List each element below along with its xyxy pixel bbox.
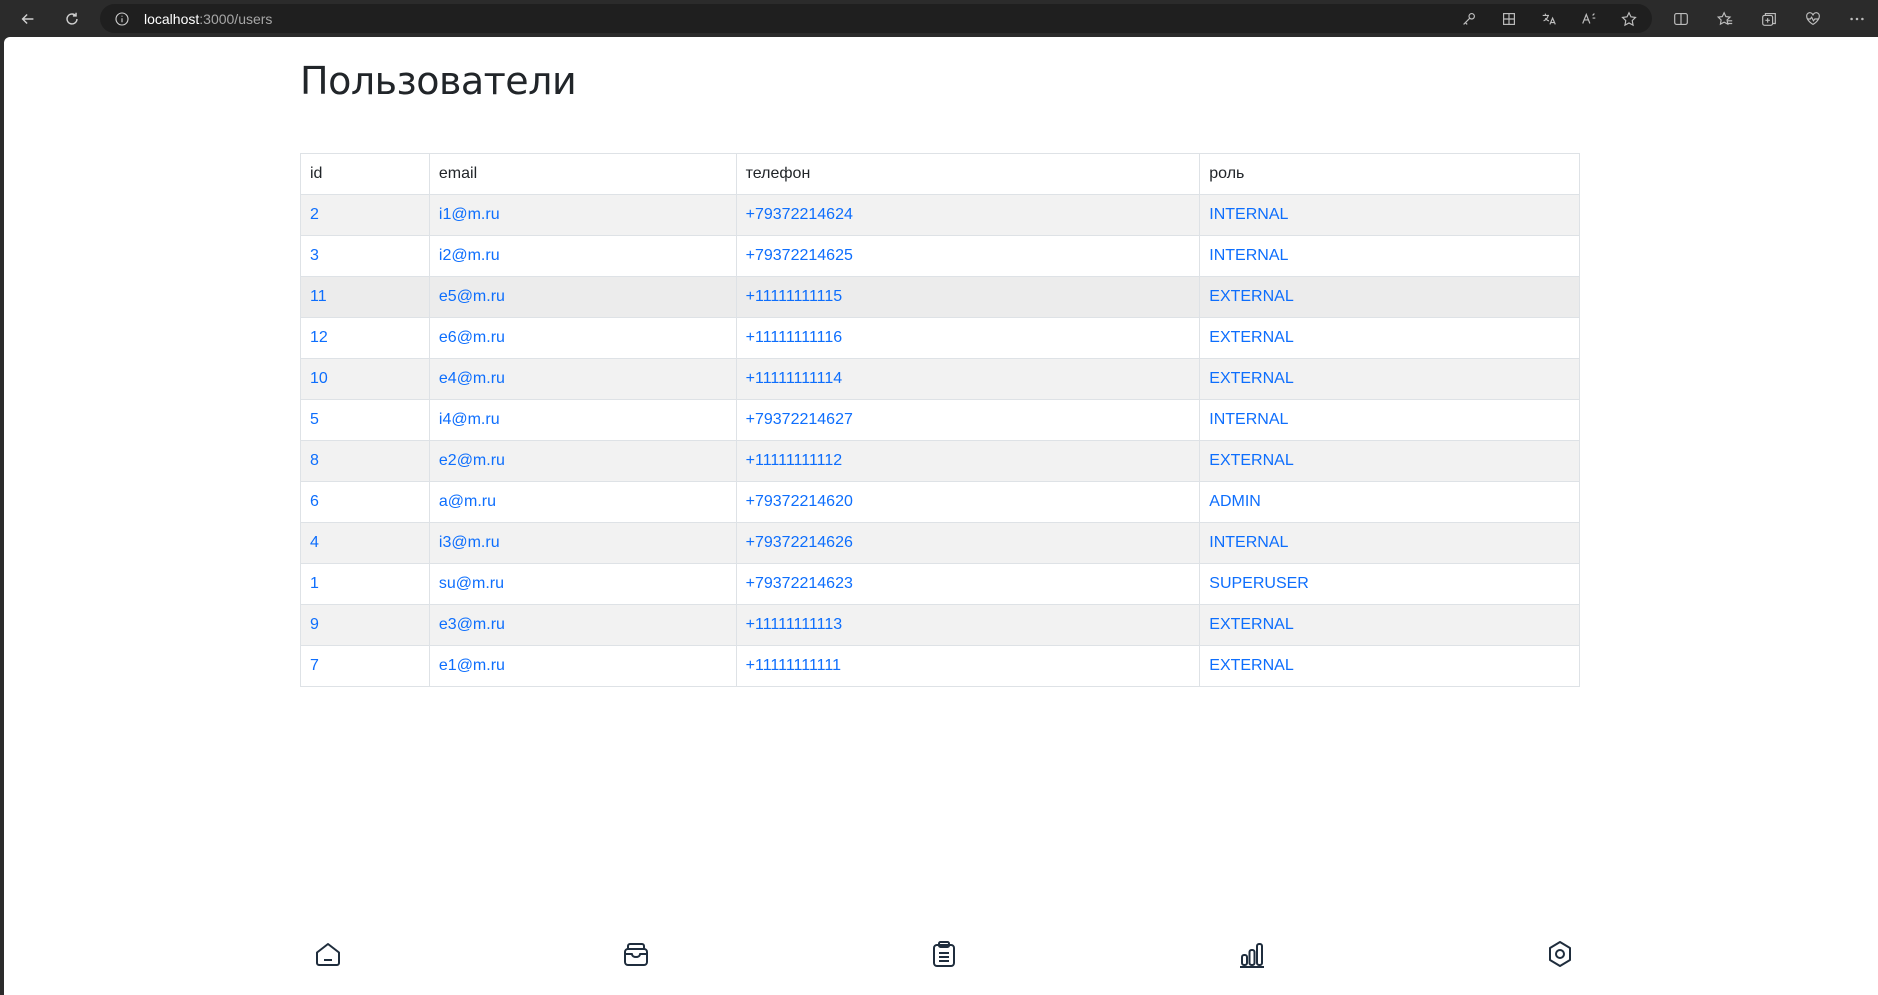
settings-icon[interactable] (1540, 934, 1580, 974)
cell-role[interactable]: INTERNAL (1199, 194, 1580, 236)
table-row[interactable]: 4 i3@m.ru +79372214626 INTERNAL (300, 522, 1580, 564)
cell-id[interactable]: 7 (300, 645, 430, 687)
cell-phone[interactable]: +11111111113 (735, 604, 1201, 646)
cell-email[interactable]: e4@m.ru (428, 358, 737, 400)
cell-role[interactable]: ADMIN (1199, 481, 1580, 523)
column-header-role: роль (1199, 153, 1580, 195)
cell-email[interactable]: a@m.ru (428, 481, 737, 523)
cell-id[interactable]: 8 (300, 440, 430, 482)
cell-email[interactable]: e1@m.ru (428, 645, 737, 687)
table-body: 2 i1@m.ru +79372214624 INTERNAL 3 i2@m.ru +793… (300, 194, 1580, 687)
cell-role[interactable]: INTERNAL (1199, 399, 1580, 441)
users-table: id email телефон роль 2 i1@m.ru +793722146… (300, 153, 1580, 687)
cell-id[interactable]: 11 (300, 276, 430, 318)
clipboard-list-icon[interactable] (924, 934, 964, 974)
cell-email[interactable]: e6@m.ru (428, 317, 737, 359)
table-row[interactable]: 9 e3@m.ru +11111111113 EXTERNAL (300, 604, 1580, 646)
more-icon[interactable] (1848, 10, 1866, 28)
back-icon[interactable] (8, 0, 48, 37)
bottom-nav (300, 934, 1580, 984)
table-row[interactable]: 10 e4@m.ru +11111111114 EXTERNAL (300, 358, 1580, 400)
star-icon[interactable] (1620, 10, 1638, 28)
inbox-icon[interactable] (616, 934, 656, 974)
cell-phone[interactable]: +79372214625 (735, 235, 1201, 277)
cell-email[interactable]: e5@m.ru (428, 276, 737, 318)
cell-email[interactable]: e3@m.ru (428, 604, 737, 646)
cell-role[interactable]: EXTERNAL (1199, 358, 1580, 400)
table-row[interactable]: 3 i2@m.ru +79372214625 INTERNAL (300, 235, 1580, 277)
read-aloud-icon[interactable] (1580, 10, 1598, 28)
cell-role[interactable]: EXTERNAL (1199, 317, 1580, 359)
chart-bars-icon[interactable] (1232, 934, 1272, 974)
cell-id[interactable]: 9 (300, 604, 430, 646)
cell-id[interactable]: 6 (300, 481, 430, 523)
cell-phone[interactable]: +79372214623 (735, 563, 1201, 605)
table-row[interactable]: 2 i1@m.ru +79372214624 INTERNAL (300, 194, 1580, 236)
cell-id[interactable]: 3 (300, 235, 430, 277)
table-row[interactable]: 1 su@m.ru +79372214623 SUPERUSER (300, 563, 1580, 605)
cell-phone[interactable]: +79372214626 (735, 522, 1201, 564)
cell-id[interactable]: 4 (300, 522, 430, 564)
page-title: Пользователи (300, 59, 577, 103)
cell-phone[interactable]: +79372214620 (735, 481, 1201, 523)
table-row[interactable]: 5 i4@m.ru +79372214627 INTERNAL (300, 399, 1580, 441)
table-row[interactable]: 12 e6@m.ru +11111111116 EXTERNAL (300, 317, 1580, 359)
cell-role[interactable]: EXTERNAL (1199, 440, 1580, 482)
cell-phone[interactable]: +79372214627 (735, 399, 1201, 441)
cell-email[interactable]: i2@m.ru (428, 235, 737, 277)
column-header-phone: телефон (735, 153, 1201, 195)
home-icon[interactable] (308, 934, 348, 974)
browser-toolbar: localhost:3000/users (0, 0, 1878, 37)
cell-email[interactable]: e2@m.ru (428, 440, 737, 482)
url-path: :3000/users (199, 10, 273, 27)
cell-role[interactable]: EXTERNAL (1199, 604, 1580, 646)
table-header-row: id email телефон роль (300, 153, 1580, 195)
cell-email[interactable]: su@m.ru (428, 563, 737, 605)
reload-icon[interactable] (52, 0, 92, 37)
url-host: localhost (144, 10, 200, 27)
info-icon[interactable] (114, 11, 130, 27)
table-row[interactable]: 8 e2@m.ru +11111111112 EXTERNAL (300, 440, 1580, 482)
cell-role[interactable]: EXTERNAL (1199, 645, 1580, 687)
users-container: Пользователи id email телефон роль 2 i1@m… (300, 37, 1580, 687)
cell-role[interactable]: INTERNAL (1199, 522, 1580, 564)
favorites-icon[interactable] (1716, 10, 1734, 28)
column-header-id: id (300, 153, 430, 195)
health-icon[interactable] (1804, 10, 1822, 28)
cell-id[interactable]: 5 (300, 399, 430, 441)
table-row[interactable]: 6 a@m.ru +79372214620 ADMIN (300, 481, 1580, 523)
apps-icon[interactable] (1500, 10, 1518, 28)
cell-phone[interactable]: +79372214624 (735, 194, 1201, 236)
split-screen-icon[interactable] (1672, 10, 1690, 28)
cell-phone[interactable]: +11111111112 (735, 440, 1201, 482)
page-viewport: Пользователи id email телефон роль 2 i1@m… (4, 37, 1878, 995)
cell-phone[interactable]: +11111111114 (735, 358, 1201, 400)
cell-id[interactable]: 1 (300, 563, 430, 605)
collections-icon[interactable] (1760, 10, 1778, 28)
cell-id[interactable]: 2 (300, 194, 430, 236)
cell-email[interactable]: i4@m.ru (428, 399, 737, 441)
cell-phone[interactable]: +11111111111 (735, 645, 1201, 687)
key-icon[interactable] (1460, 10, 1478, 28)
cell-role[interactable]: INTERNAL (1199, 235, 1580, 277)
cell-phone[interactable]: +11111111115 (735, 276, 1201, 318)
table-row[interactable]: 11 e5@m.ru +11111111115 EXTERNAL (300, 276, 1580, 318)
address-bar[interactable]: localhost:3000/users (100, 4, 1652, 33)
cell-id[interactable]: 12 (300, 317, 430, 359)
cell-email[interactable]: i3@m.ru (428, 522, 737, 564)
column-header-email: email (428, 153, 737, 195)
translate-icon[interactable] (1540, 10, 1558, 28)
table-row[interactable]: 7 e1@m.ru +11111111111 EXTERNAL (300, 645, 1580, 687)
cell-role[interactable]: SUPERUSER (1199, 563, 1580, 605)
cell-email[interactable]: i1@m.ru (428, 194, 737, 236)
cell-id[interactable]: 10 (300, 358, 430, 400)
cell-phone[interactable]: +11111111116 (735, 317, 1201, 359)
cell-role[interactable]: EXTERNAL (1199, 276, 1580, 318)
